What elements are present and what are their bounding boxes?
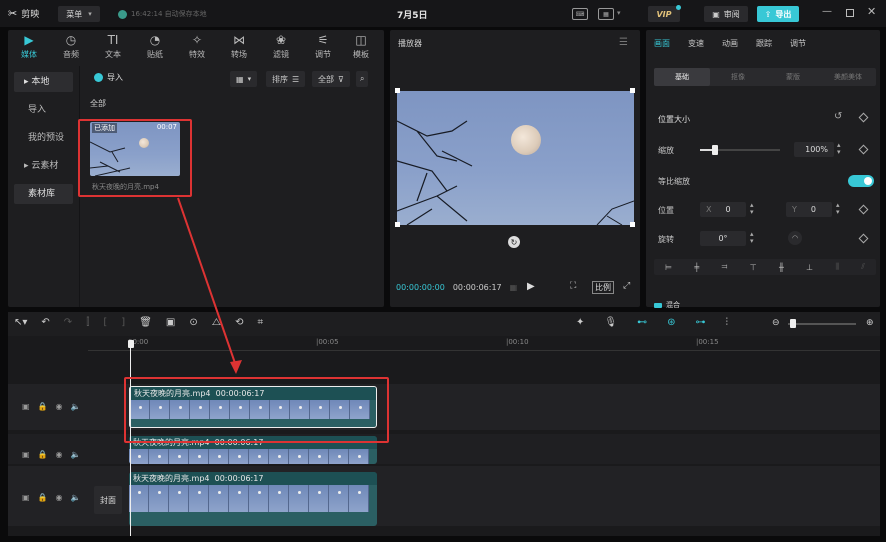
annotation-arrow xyxy=(177,197,242,374)
